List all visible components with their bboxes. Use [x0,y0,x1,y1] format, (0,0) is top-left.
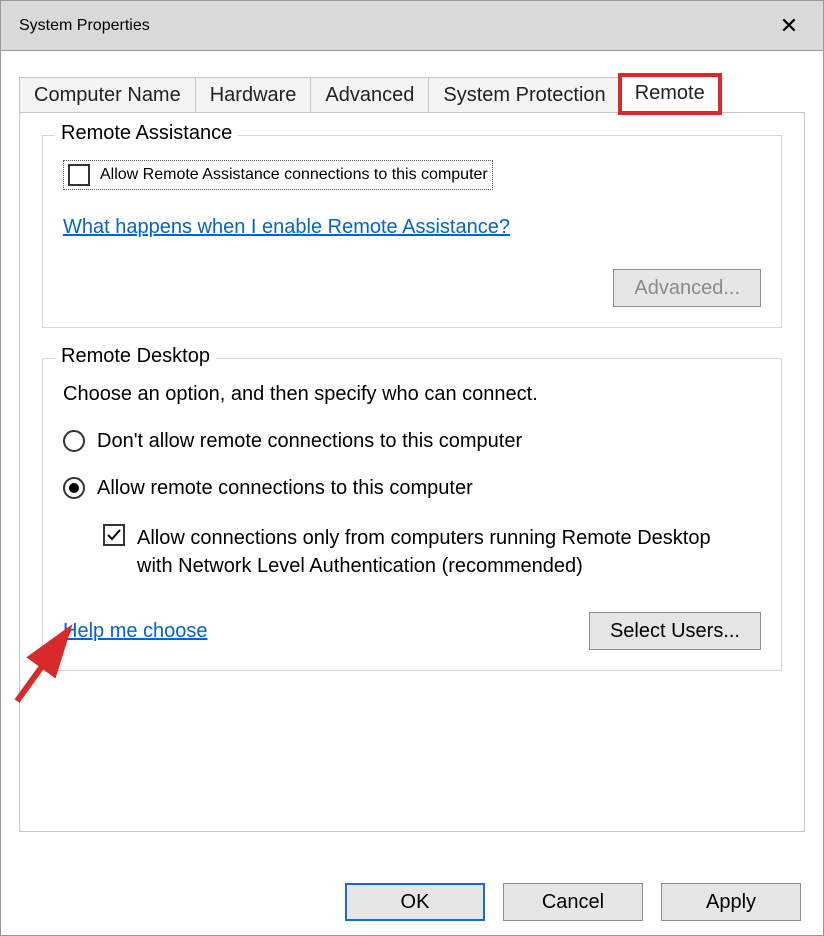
tab-hardware[interactable]: Hardware [195,77,312,113]
check-icon [106,527,122,543]
radio-dont-allow[interactable] [63,430,85,452]
tab-computer-name[interactable]: Computer Name [19,77,196,113]
allow-ra-checkbox[interactable] [68,164,90,186]
select-users-button[interactable]: Select Users... [589,612,761,650]
tab-panel-remote: Remote Assistance Allow Remote Assistanc… [19,112,805,832]
radio-dont-allow-label: Don't allow remote connections to this c… [97,430,522,453]
group-remote-desktop: Remote Desktop Choose an option, and the… [42,358,782,671]
radio-allow[interactable] [63,477,85,499]
radio-allow-row[interactable]: Allow remote connections to this compute… [63,477,761,500]
allow-ra-label: Allow Remote Assistance connections to t… [100,166,488,184]
tab-strip: Computer Name Hardware Advanced System P… [19,69,805,113]
nla-checkbox[interactable] [103,524,125,546]
radio-allow-label: Allow remote connections to this compute… [97,477,473,500]
window-title: System Properties [19,17,150,35]
group-remote-assistance: Remote Assistance Allow Remote Assistanc… [42,135,782,328]
allow-ra-focus: Allow Remote Assistance connections to t… [63,160,493,190]
tab-remote[interactable]: Remote [620,75,720,113]
tab-system-protection[interactable]: System Protection [428,77,620,113]
ra-help-link[interactable]: What happens when I enable Remote Assist… [63,216,510,238]
close-button[interactable]: ✕ [769,6,809,46]
ok-button[interactable]: OK [345,883,485,921]
client-area: Computer Name Hardware Advanced System P… [1,51,823,844]
cancel-button[interactable]: Cancel [503,883,643,921]
titlebar: System Properties ✕ [1,1,823,51]
apply-button[interactable]: Apply [661,883,801,921]
legend-remote-desktop: Remote Desktop [55,345,216,368]
radio-dont-allow-row[interactable]: Don't allow remote connections to this c… [63,430,761,453]
rd-help-link[interactable]: Help me choose [63,620,208,643]
nla-label: Allow connections only from computers ru… [137,524,737,580]
nla-checkbox-row[interactable]: Allow connections only from computers ru… [103,524,761,580]
dialog-button-row: OK Cancel Apply [345,883,801,921]
ra-advanced-button: Advanced... [613,269,761,307]
legend-remote-assistance: Remote Assistance [55,122,238,145]
rd-instruction: Choose an option, and then specify who c… [63,383,761,406]
tab-advanced[interactable]: Advanced [310,77,429,113]
